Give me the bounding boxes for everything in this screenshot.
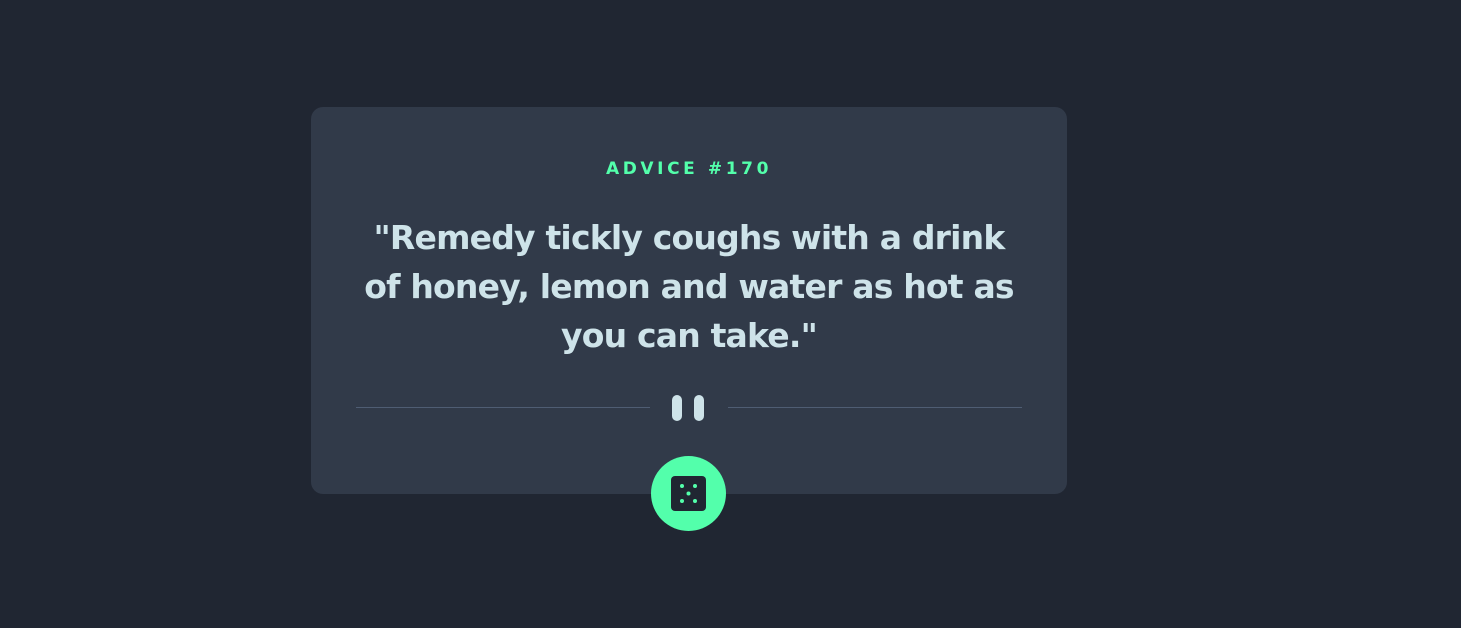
advice-quote: "Remedy tickly coughs with a drink of ho… (364, 218, 1014, 355)
divider-line-right (728, 407, 1022, 408)
advice-card: ADVICE #170 "Remedy tickly coughs with a… (311, 107, 1067, 494)
pattern-divider (356, 393, 1022, 423)
pause-bar-right (694, 395, 704, 421)
divider-line-left (356, 407, 650, 408)
new-advice-button[interactable] (651, 456, 726, 531)
dice-icon (671, 476, 706, 511)
pause-bar-left (672, 395, 682, 421)
advice-id-label: ADVICE #170 (605, 159, 773, 179)
pause-icon (672, 395, 706, 421)
